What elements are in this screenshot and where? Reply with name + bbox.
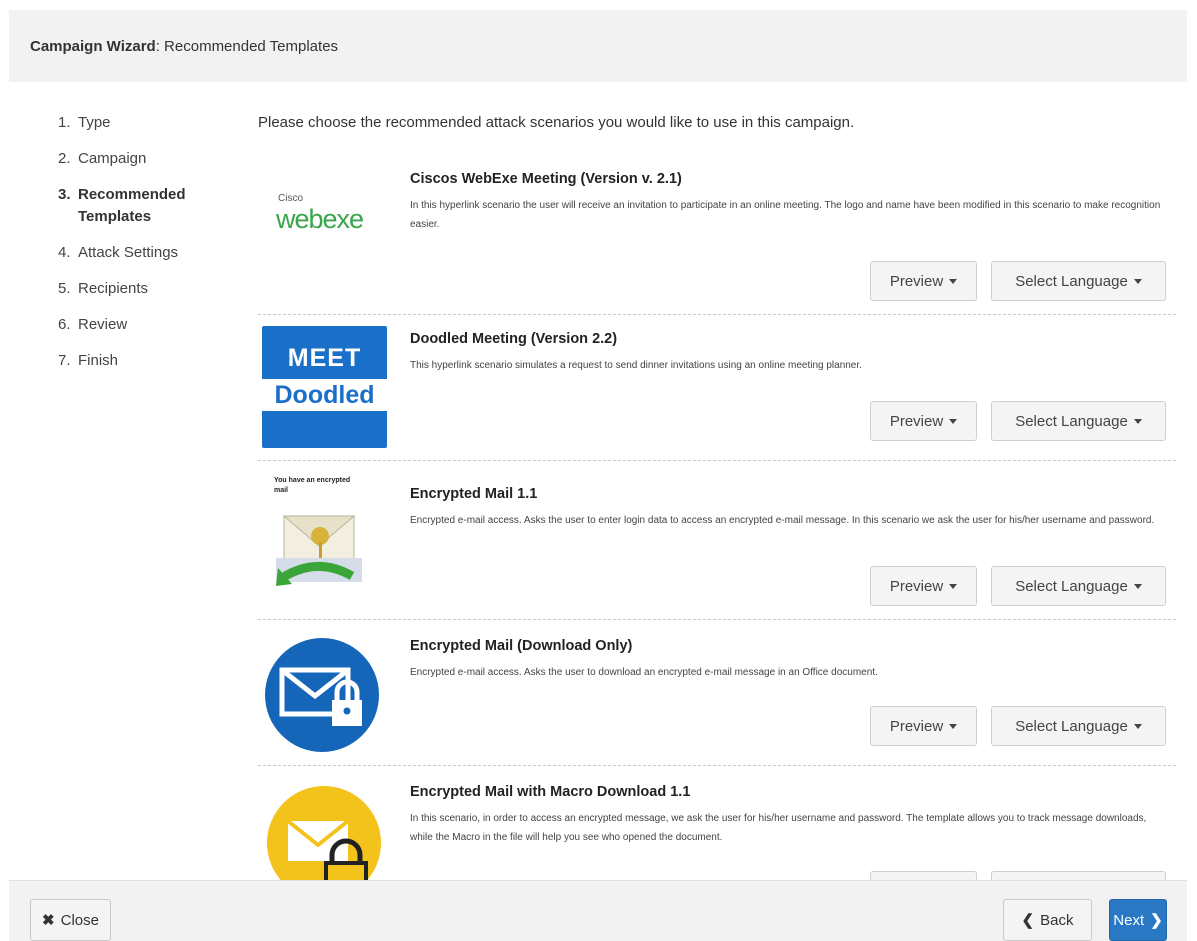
preview-button[interactable]: Preview — [870, 261, 977, 301]
template-item: Cisco webexe Ciscos WebExe Meeting (Vers… — [258, 163, 1176, 315]
caret-down-icon — [949, 278, 958, 284]
select-language-button[interactable]: Select Language — [991, 261, 1166, 301]
envelope-lock-logo — [262, 636, 387, 754]
template-item: MEET Doodled Doodled Meeting (Version 2.… — [258, 316, 1176, 461]
envelope-padlock-logo — [262, 781, 387, 880]
select-language-button[interactable]: Select Language — [991, 401, 1166, 441]
caret-down-icon — [1133, 418, 1142, 424]
preview-button[interactable]: Preview — [870, 566, 977, 606]
wizard-header: Campaign Wizard : Recommended Templates — [9, 10, 1187, 82]
next-button[interactable]: Next ❯ — [1109, 899, 1167, 941]
template-item: Encrypted Mail with Macro Download 1.1 I… — [258, 767, 1176, 880]
template-description: Encrypted e-mail access. Asks the user t… — [410, 515, 1155, 526]
select-language-button[interactable]: Select Language — [991, 706, 1166, 746]
wizard-title: Campaign Wizard — [30, 37, 156, 55]
template-title: Encrypted Mail with Macro Download 1.1 — [410, 784, 691, 800]
chevron-left-icon: ❮ — [1021, 912, 1035, 929]
caret-down-icon — [949, 583, 958, 589]
caret-down-icon — [1133, 583, 1142, 589]
template-description: This hyperlink scenario simulates a requ… — [410, 360, 862, 371]
step-finish: 7. Finish — [58, 352, 119, 369]
template-item: Encrypted Mail (Download Only) Encrypted… — [258, 621, 1176, 766]
logo-caption-text: You have an encrypted mail — [274, 477, 351, 494]
wizard-steps: 1. Type 2. Campaign 3. Recommended Template… — [58, 112, 233, 386]
logo-big-text: webexe — [276, 204, 364, 234]
step-type: 1. Type — [58, 114, 111, 131]
template-title: Ciscos WebExe Meeting (Version v. 2.1) — [410, 171, 682, 187]
step-campaign: 2. Campaign — [58, 150, 147, 167]
step-recommended-templates: 3. Recommended Templates — [58, 186, 186, 225]
envelope-lock-icon — [265, 638, 379, 752]
template-list[interactable]: Please choose the recommended attack sce… — [258, 108, 1178, 880]
logo-meet-text: MEET — [287, 344, 362, 372]
envelope-padlock-icon — [267, 786, 381, 880]
template-description: In this hyperlink scenario the user will… — [410, 200, 1161, 230]
step-attack-settings: 4. Attack Settings — [58, 244, 179, 261]
template-description: In this scenario, in order to access an … — [410, 813, 1147, 843]
logo-doodled-text: Doodled — [262, 379, 387, 411]
webexe-logo: Cisco webexe — [262, 193, 387, 263]
close-button[interactable]: ✖ Close — [30, 899, 111, 941]
template-title: Encrypted Mail (Download Only) — [410, 638, 633, 654]
template-description: Encrypted e-mail access. Asks the user t… — [410, 667, 878, 678]
step-recipients: 5. Recipients — [58, 280, 149, 297]
caret-down-icon — [1133, 723, 1142, 729]
wizard-footer: ✖ Close ❮ Back Next ❯ — [9, 880, 1187, 941]
wizard-subtitle: : Recommended Templates — [155, 37, 339, 55]
back-button[interactable]: ❮ Back — [1003, 899, 1092, 941]
doodled-logo: MEET Doodled — [262, 326, 387, 448]
select-language-button[interactable]: Select Language — [991, 871, 1166, 880]
template-title: Doodled Meeting (Version 2.2) — [410, 331, 618, 347]
step-review: 6. Review — [58, 316, 128, 333]
caret-down-icon — [949, 418, 958, 424]
template-title: Encrypted Mail 1.1 — [410, 486, 538, 502]
select-language-button[interactable]: Select Language — [991, 566, 1166, 606]
preview-button[interactable]: Preview — [870, 871, 977, 880]
preview-button[interactable]: Preview — [870, 706, 977, 746]
preview-button[interactable]: Preview — [870, 401, 977, 441]
close-icon: ✖ — [42, 912, 55, 929]
logo-small-text: Cisco — [278, 193, 304, 204]
mail-key-icon — [276, 515, 362, 586]
caret-down-icon — [1133, 278, 1142, 284]
template-item: You have an encrypted mail Encrypted Mai… — [258, 462, 1176, 620]
intro-text: Please choose the recommended attack sce… — [258, 114, 855, 131]
chevron-right-icon: ❯ — [1150, 912, 1163, 929]
caret-down-icon — [949, 723, 958, 729]
encrypted-mail-logo: You have an encrypted mail — [262, 476, 387, 596]
